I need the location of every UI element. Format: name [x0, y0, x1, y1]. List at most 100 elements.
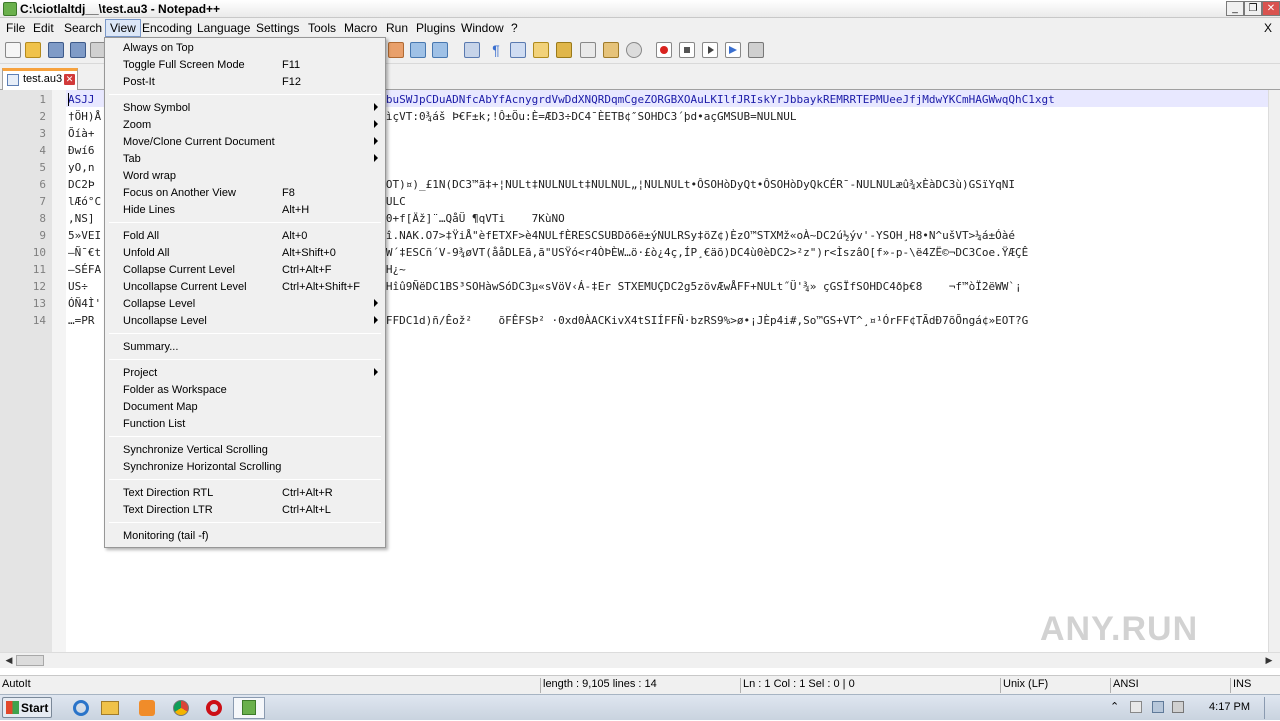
indent-guide-icon[interactable] — [510, 42, 526, 58]
menu-macro[interactable]: Macro — [344, 21, 377, 35]
record-macro-icon[interactable] — [656, 42, 672, 58]
horizontal-scroll-thumb[interactable] — [16, 655, 44, 666]
menu-view[interactable]: View — [105, 19, 141, 37]
start-button[interactable]: Start — [2, 697, 52, 718]
folder-workspace-icon[interactable] — [603, 42, 619, 58]
view-menu-dropdown: Always on Top Toggle Full Screen Mode F11… — [104, 37, 386, 548]
menu-encoding[interactable]: Encoding — [142, 21, 192, 35]
menu-language[interactable]: Language — [197, 21, 250, 35]
user-language-icon[interactable] — [533, 42, 549, 58]
play-macro-icon[interactable] — [702, 42, 718, 58]
menu-item-tab[interactable]: Tab — [107, 151, 383, 168]
line-number: 9 — [39, 229, 46, 242]
menu-help[interactable]: ? — [511, 21, 518, 35]
taskbar-clock[interactable]: 4:17 PM — [1209, 701, 1250, 713]
menu-item-zoom[interactable]: Zoom — [107, 117, 383, 134]
zoom-in-icon[interactable] — [464, 42, 480, 58]
line-number: 10 — [32, 246, 46, 259]
horizontal-scrollbar[interactable]: ◀ ▶ — [0, 652, 1280, 668]
submenu-arrow-icon — [374, 299, 378, 307]
submenu-arrow-icon — [374, 316, 378, 324]
menu-item-text-direction-ltr[interactable]: Text Direction LTR Ctrl+Alt+L — [107, 502, 383, 519]
internet-explorer-icon[interactable] — [70, 698, 92, 718]
menu-item-unfold-all[interactable]: Unfold All Alt+Shift+0 — [107, 245, 383, 262]
close-document-x[interactable]: X — [1264, 21, 1272, 35]
menu-item-fold-all[interactable]: Fold All Alt+0 — [107, 228, 383, 245]
scroll-left-arrow-icon[interactable]: ◀ — [2, 654, 16, 667]
menu-item-collapse-level[interactable]: Collapse Level — [107, 296, 383, 313]
menu-search[interactable]: Search — [64, 21, 102, 35]
menu-settings[interactable]: Settings — [256, 21, 299, 35]
action-center-flag-icon[interactable] — [1130, 701, 1142, 713]
tab-test-au3[interactable]: test.au3 ✕ — [2, 68, 78, 90]
tab-close-icon[interactable]: ✕ — [64, 74, 75, 85]
show-desktop-button[interactable] — [1264, 697, 1278, 719]
menu-item-sync-vertical-scrolling[interactable]: Synchronize Vertical Scrolling — [107, 442, 383, 459]
menu-item-folder-as-workspace[interactable]: Folder as Workspace — [107, 382, 383, 399]
menu-item-document-map[interactable]: Document Map — [107, 399, 383, 416]
submenu-arrow-icon — [374, 120, 378, 128]
menu-item-always-on-top[interactable]: Always on Top — [107, 40, 383, 57]
line-number: 3 — [39, 127, 46, 140]
text-cursor — [68, 93, 69, 106]
network-icon[interactable] — [1152, 701, 1164, 713]
menu-item-uncollapse-current-level[interactable]: Uncollapse Current Level Ctrl+Alt+Shift+F — [107, 279, 383, 296]
vertical-scrollbar[interactable] — [1268, 90, 1280, 652]
menu-item-function-list[interactable]: Function List — [107, 416, 383, 433]
save-icon[interactable] — [48, 42, 64, 58]
minimize-button[interactable]: _ — [1226, 1, 1244, 16]
menu-separator — [109, 333, 381, 334]
run-macro-multiple-icon[interactable] — [725, 42, 741, 58]
menu-item-uncollapse-level[interactable]: Uncollapse Level — [107, 313, 383, 330]
notepadpp-taskbar-button[interactable] — [233, 697, 265, 719]
line-number: 6 — [39, 178, 46, 191]
save-macro-icon[interactable] — [748, 42, 764, 58]
menu-item-collapse-current-level[interactable]: Collapse Current Level Ctrl+Alt+F — [107, 262, 383, 279]
show-hidden-icons-icon[interactable]: ⌃ — [1110, 700, 1119, 713]
menu-item-hide-lines[interactable]: Hide Lines Alt+H — [107, 202, 383, 219]
file-explorer-icon[interactable] — [99, 698, 121, 718]
menu-item-sync-horizontal-scrolling[interactable]: Synchronize Horizontal Scrolling — [107, 459, 383, 476]
status-language: AutoIt — [2, 678, 31, 690]
menu-tools[interactable]: Tools — [308, 21, 336, 35]
fold-margin[interactable] — [52, 90, 66, 652]
replace-icon[interactable] — [432, 42, 448, 58]
menu-run[interactable]: Run — [386, 21, 408, 35]
menu-item-post-it[interactable]: Post-It F12 — [107, 74, 383, 91]
save-all-icon[interactable] — [70, 42, 86, 58]
line-number: 2 — [39, 110, 46, 123]
menu-bar: File Edit Search View Encoding Language … — [0, 18, 1280, 38]
volume-icon[interactable] — [1172, 701, 1184, 713]
menu-item-focus-another-view[interactable]: Focus on Another View F8 — [107, 185, 383, 202]
menu-file[interactable]: File — [6, 21, 25, 35]
menu-plugins[interactable]: Plugins — [416, 21, 455, 35]
new-file-icon[interactable] — [5, 42, 21, 58]
close-window-button[interactable]: ✕ — [1262, 1, 1280, 16]
find-icon[interactable] — [410, 42, 426, 58]
scroll-right-arrow-icon[interactable]: ▶ — [1262, 654, 1276, 667]
media-player-icon[interactable] — [136, 698, 158, 718]
stop-macro-icon[interactable] — [679, 42, 695, 58]
menu-item-monitoring-tail[interactable]: Monitoring (tail -f) — [107, 528, 383, 545]
menu-item-toggle-full-screen[interactable]: Toggle Full Screen Mode F11 — [107, 57, 383, 74]
menu-item-text-direction-rtl[interactable]: Text Direction RTL Ctrl+Alt+R — [107, 485, 383, 502]
line-number: 13 — [32, 297, 46, 310]
menu-item-word-wrap[interactable]: Word wrap — [107, 168, 383, 185]
redo-icon[interactable] — [388, 42, 404, 58]
menu-item-move-clone-document[interactable]: Move/Clone Current Document — [107, 134, 383, 151]
opera-icon[interactable] — [203, 698, 225, 718]
menu-item-show-symbol[interactable]: Show Symbol — [107, 100, 383, 117]
menu-edit[interactable]: Edit — [33, 21, 54, 35]
menu-window[interactable]: Window — [461, 21, 504, 35]
function-list-icon[interactable] — [580, 42, 596, 58]
title-bar: C:\ciotlaltdj__\test.au3 - Notepad++ _ ❐… — [0, 0, 1280, 18]
monitoring-eye-icon[interactable] — [626, 42, 642, 58]
show-all-characters-icon[interactable]: ¶ — [488, 42, 504, 58]
open-folder-icon[interactable] — [25, 42, 41, 58]
document-map-icon[interactable] — [556, 42, 572, 58]
chrome-icon[interactable] — [170, 698, 192, 718]
menu-item-project[interactable]: Project — [107, 365, 383, 382]
menu-item-summary[interactable]: Summary... — [107, 339, 383, 356]
line-number: 12 — [32, 280, 46, 293]
maximize-button[interactable]: ❐ — [1244, 1, 1262, 16]
